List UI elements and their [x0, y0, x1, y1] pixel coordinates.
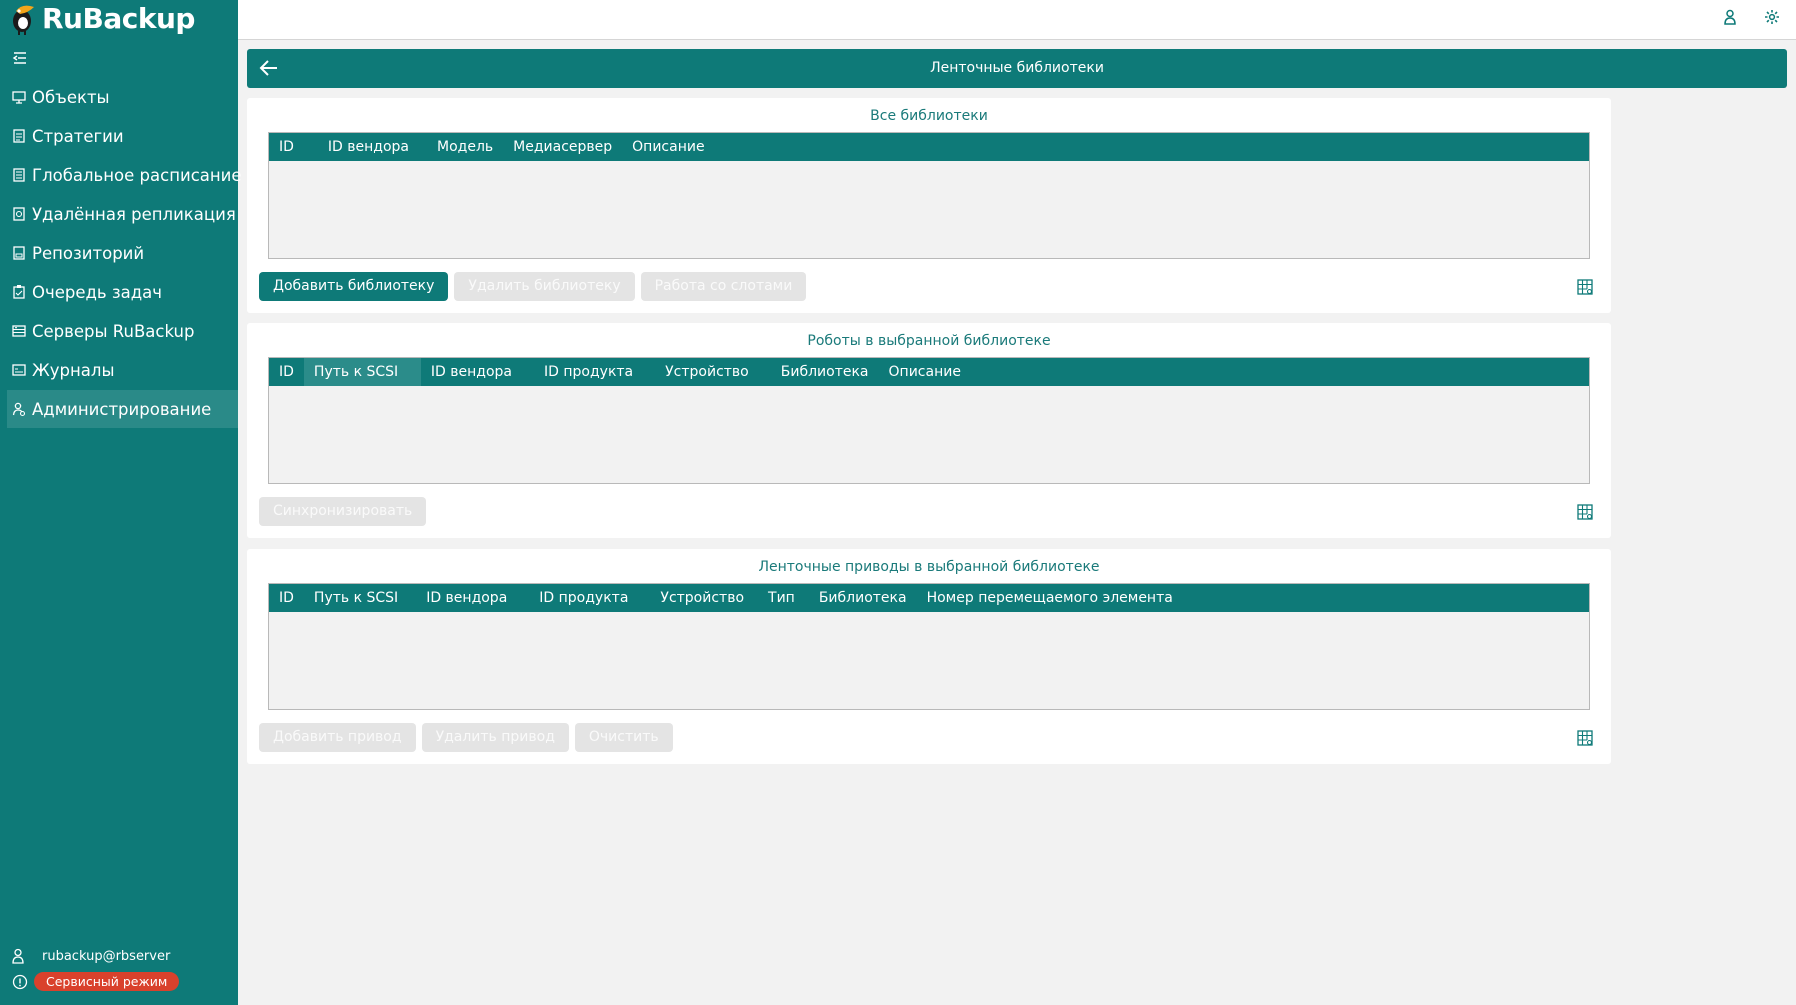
column-header-library[interactable]: Библиотека: [771, 358, 879, 386]
sidebar-item-label: Объекты: [32, 87, 110, 107]
logo-text: RuBackup: [42, 1, 195, 35]
admin-icon: [12, 402, 26, 417]
column-header-library[interactable]: Библиотека: [809, 584, 917, 612]
clear-button[interactable]: Очистить: [574, 723, 673, 752]
column-header-id[interactable]: ID: [269, 133, 304, 161]
delete-library-button[interactable]: Удалить библиотеку: [454, 272, 635, 301]
logo[interactable]: RuBackup: [8, 0, 195, 36]
sidebar-item-label: Администрирование: [32, 399, 212, 419]
column-header-product-id[interactable]: ID продукта: [529, 584, 650, 612]
column-header-vendor-id[interactable]: ID вендора: [421, 358, 534, 386]
log-icon: [12, 364, 26, 376]
column-header-device[interactable]: Устройство: [655, 358, 771, 386]
column-header-id[interactable]: ID: [269, 584, 314, 612]
calendar-icon: [13, 168, 25, 182]
drives-panel: Ленточные приводы в выбранной библиотеке…: [247, 549, 1611, 764]
sidebar-item-strategies[interactable]: Стратегии: [7, 117, 238, 155]
column-header-product-id[interactable]: ID продукта: [534, 358, 655, 386]
drives-table-header: ID Путь к SCSI ID вендора ID продукта Ус…: [269, 584, 1589, 612]
robots-table[interactable]: ID Путь к SCSI ID вендора ID продукта Ус…: [268, 357, 1590, 484]
libraries-table-header: ID ID вендора Модель Медиасервер Описани…: [269, 133, 1589, 161]
sidebar-item-label: Стратегии: [32, 126, 124, 146]
sidebar-item-servers[interactable]: Серверы RuBackup: [7, 312, 238, 350]
repository-icon: [13, 246, 25, 260]
service-mode: Сервисный режим: [12, 972, 180, 991]
column-header-id[interactable]: ID: [269, 358, 304, 386]
add-library-button[interactable]: Добавить библиотеку: [259, 272, 449, 301]
delete-drive-button[interactable]: Удалить привод: [421, 723, 569, 752]
column-header-device[interactable]: Устройство: [650, 584, 758, 612]
user-profile-icon[interactable]: [1721, 8, 1739, 26]
synchronize-button[interactable]: Синхронизировать: [259, 497, 427, 526]
server-icon: [12, 325, 26, 337]
add-drive-button[interactable]: Добавить привод: [259, 723, 416, 752]
sidebar-item-label: Репозиторий: [32, 243, 145, 263]
libraries-panel: Все библиотеки ID ID вендора Модель Меди…: [247, 98, 1611, 313]
page-header: Ленточные библиотеки: [247, 49, 1787, 88]
sidebar-item-repository[interactable]: Репозиторий: [7, 234, 238, 272]
column-header-model[interactable]: Модель: [427, 133, 503, 161]
sidebar-item-label: Очередь задач: [32, 282, 163, 302]
column-header-type[interactable]: Тип: [758, 584, 809, 612]
robots-table-header: ID Путь к SCSI ID вендора ID продукта Ус…: [269, 358, 1589, 386]
page-title: Ленточные библиотеки: [930, 60, 1104, 76]
sidebar: RuBackup Объекты Стратегии Глобальное ра…: [0, 0, 242, 1005]
sidebar-item-task-queue[interactable]: Очередь задач: [7, 273, 238, 311]
sidebar-item-administration[interactable]: Администрирование: [7, 390, 238, 428]
robots-panel: Роботы в выбранной библиотеке ID Путь к …: [247, 323, 1611, 538]
sidebar-item-objects[interactable]: Объекты: [7, 78, 238, 116]
drives-panel-title: Ленточные приводы в выбранной библиотеке: [758, 559, 1100, 575]
column-header-description[interactable]: Описание: [622, 133, 714, 161]
slots-button[interactable]: Работа со слотами: [640, 272, 807, 301]
info-circle-icon: [12, 974, 28, 989]
libraries-panel-title: Все библиотеки: [870, 108, 988, 124]
column-header-element-number[interactable]: Номер перемещаемого элемента: [917, 584, 1183, 612]
table-settings-icon[interactable]: [1577, 504, 1593, 520]
libraries-actions: Добавить библиотеку Удалить библиотеку Р…: [259, 272, 807, 301]
sidebar-item-remote-replication[interactable]: Удалённая репликация: [7, 195, 238, 233]
document-icon: [13, 129, 25, 143]
sidebar-nav: Объекты Стратегии Глобальное расписание …: [7, 78, 242, 429]
monitor-icon: [12, 91, 26, 104]
table-settings-icon[interactable]: [1577, 279, 1593, 295]
drives-table[interactable]: ID Путь к SCSI ID вендора ID продукта Ус…: [268, 583, 1590, 710]
topbar: [238, 0, 1796, 40]
sidebar-item-global-schedule[interactable]: Глобальное расписание: [7, 156, 242, 194]
column-header-scsi-path[interactable]: Путь к SCSI: [314, 584, 416, 612]
sidebar-item-label: Удалённая репликация: [32, 204, 236, 224]
column-header-vendor-id[interactable]: ID вендора: [304, 133, 427, 161]
user-icon: [12, 948, 24, 964]
sidebar-item-logs[interactable]: Журналы: [7, 351, 238, 389]
sidebar-item-label: Серверы RuBackup: [32, 321, 195, 341]
clipboard-icon: [13, 285, 25, 299]
toucan-logo-icon: [13, 5, 34, 35]
column-header-media-server[interactable]: Медиасервер: [503, 133, 622, 161]
libraries-table[interactable]: ID ID вендора Модель Медиасервер Описани…: [268, 132, 1590, 259]
user-name: rubackup@rbserver: [42, 948, 171, 964]
robots-panel-title: Роботы в выбранной библиотеке: [807, 333, 1051, 349]
drives-actions: Добавить привод Удалить привод Очистить: [259, 723, 673, 752]
column-header-description[interactable]: Описание: [879, 358, 971, 386]
service-mode-badge: Сервисный режим: [34, 972, 180, 991]
robots-actions: Синхронизировать: [259, 497, 427, 526]
gear-icon[interactable]: [1763, 8, 1781, 26]
current-user[interactable]: rubackup@rbserver: [12, 948, 170, 964]
replication-icon: [13, 207, 25, 221]
column-header-vendor-id[interactable]: ID вендора: [416, 584, 529, 612]
table-settings-icon[interactable]: [1577, 730, 1593, 746]
sidebar-item-label: Журналы: [32, 360, 115, 380]
sidebar-item-label: Глобальное расписание: [32, 165, 242, 185]
collapse-menu-icon[interactable]: [12, 50, 28, 66]
column-header-scsi-path[interactable]: Путь к SCSI: [303, 358, 421, 386]
